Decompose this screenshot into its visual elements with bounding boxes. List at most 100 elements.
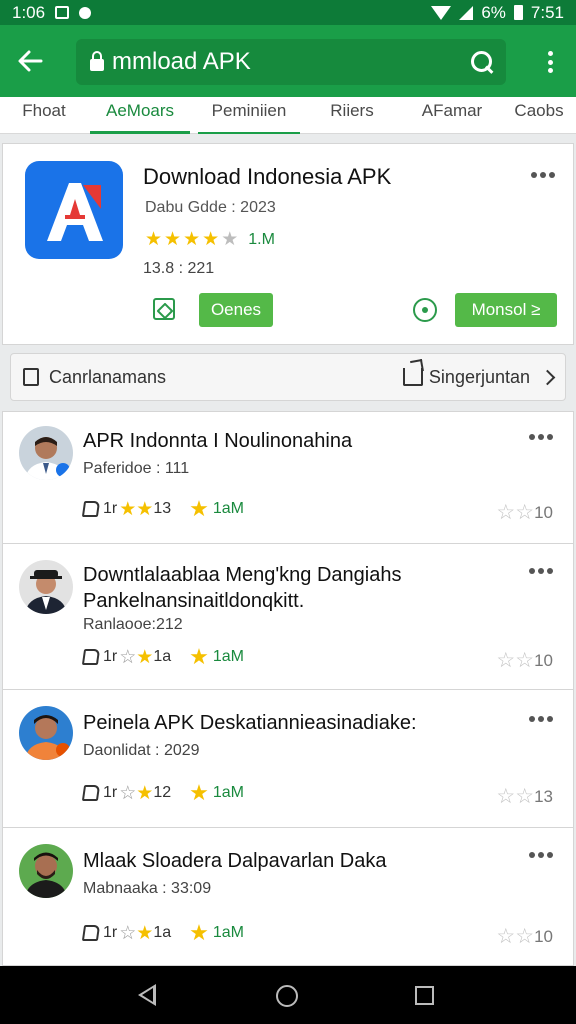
like-count: 1r — [103, 784, 118, 801]
like-count: 1r — [103, 500, 118, 517]
review-stats: 1r ☆ ★ 1a ★ 1aM — [81, 644, 244, 670]
system-nav-bar — [0, 966, 576, 1024]
review-rating-count: 10 — [534, 502, 553, 522]
review-title: Downtlalaablaa Meng'kng Dangiahs Pankeln… — [83, 564, 402, 612]
tab-6[interactable]: Caobs — [502, 97, 576, 133]
tab-1[interactable]: Fhoat — [0, 97, 88, 133]
status-time: 1:06 — [12, 2, 46, 22]
app-logo-icon — [47, 183, 103, 241]
share-button[interactable]: Singerjuntan — [402, 366, 556, 388]
thumbs-up-icon[interactable] — [81, 501, 101, 517]
star-count: 13 — [153, 500, 172, 517]
star-icon: ★ — [202, 229, 220, 250]
review-rating-count: 10 — [534, 650, 553, 670]
notification-icon — [79, 6, 92, 19]
review-subtitle: Daonlidat : 2029 — [83, 742, 200, 759]
star-icon: ★ — [189, 780, 209, 805]
nav-home-icon[interactable] — [276, 985, 298, 1007]
review-list: APR Indonnta I Noulinonahina Paferidoe :… — [2, 411, 574, 966]
download-count: 1aM — [212, 500, 244, 517]
review-rating: ☆☆ 10 — [496, 648, 553, 673]
app-title: Download Indonesia APK — [143, 164, 392, 189]
star-icon: ★ — [136, 646, 154, 668]
list-item[interactable]: Peinela APK Deskatiannieasinadiake: Daon… — [3, 690, 573, 828]
status-bar: 1:06 6% 7:51 — [0, 0, 576, 25]
tab-2[interactable]: AeMoars — [90, 97, 190, 134]
avatar[interactable] — [19, 706, 73, 760]
signal-icon — [459, 5, 474, 20]
person-avatar-icon — [19, 844, 73, 898]
avatar[interactable] — [19, 844, 73, 898]
arrow-left-icon — [18, 50, 43, 72]
app-developer: Dabu Gdde : 2023 — [145, 199, 276, 216]
tab-3[interactable]: Peminiien — [198, 97, 300, 134]
category-bar[interactable]: Canrlanamans Singerjuntan — [10, 353, 566, 401]
review-stats: 1r ★★ 13 ★ 1aM — [81, 496, 244, 522]
star-icon: ★ — [189, 496, 209, 521]
thumbs-up-icon[interactable] — [81, 649, 101, 665]
like-count: 1r — [103, 924, 118, 941]
star-outline-icon: ☆ — [119, 922, 137, 944]
url-search-box[interactable]: mmload APK — [76, 39, 506, 85]
tab-5[interactable]: AFamar — [402, 97, 502, 133]
checkbox-icon[interactable] — [23, 368, 39, 386]
avatar[interactable] — [19, 560, 73, 614]
download-count: 1aM — [212, 924, 244, 941]
star-icon: ★★ — [119, 498, 154, 520]
download-count: 1aM — [212, 648, 244, 665]
radio-icon[interactable] — [413, 298, 437, 322]
review-stats: 1r ☆ ★ 12 ★ 1aM — [81, 780, 244, 806]
battery-percent: 6% — [481, 2, 506, 22]
lock-icon — [90, 51, 104, 71]
star-icon: ★ — [183, 229, 201, 250]
tab-4[interactable]: Riiers — [302, 97, 402, 133]
overflow-menu-button[interactable] — [548, 51, 554, 73]
star-icon: ★ — [189, 920, 209, 945]
star-icon: ★ — [136, 782, 154, 804]
rating-count: 1.M — [248, 230, 275, 248]
review-subtitle: Mabnaaka : 33:09 — [83, 880, 212, 897]
review-more-button[interactable] — [529, 434, 553, 440]
download-count: 1aM — [212, 784, 244, 801]
share-label: Singerjuntan — [428, 366, 530, 387]
thumbs-up-icon[interactable] — [81, 925, 101, 941]
back-button[interactable] — [0, 25, 60, 97]
review-stats: 1r ☆ ★ 1a ★ 1aM — [81, 920, 244, 946]
star-outline-icon: ☆☆ — [496, 501, 535, 524]
star-outline-icon: ☆ — [119, 646, 137, 668]
review-rating: ☆☆ 10 — [496, 500, 553, 525]
battery-icon — [513, 5, 523, 20]
star-count: 12 — [153, 784, 172, 801]
star-count: 1a — [153, 924, 172, 941]
star-icon: ★ — [164, 229, 182, 250]
app-rating: ★ ★ ★ ★ ★ 1.M — [145, 230, 275, 249]
wifi-icon — [431, 5, 452, 20]
search-icon[interactable] — [468, 48, 496, 76]
star-outline-icon: ☆☆ — [496, 785, 535, 808]
star-icon: ★ — [136, 922, 154, 944]
thumbs-up-icon[interactable] — [81, 785, 101, 801]
app-more-button[interactable] — [531, 172, 555, 178]
nav-back-icon[interactable] — [138, 984, 156, 1006]
nav-recents-icon[interactable] — [415, 986, 434, 1005]
category-tabs: Fhoat AeMoars Peminiien Riiers AFamar Ca… — [0, 97, 576, 134]
category-label: Canrlanamans — [49, 366, 167, 387]
list-item[interactable]: Mlaak Sloadera Dalpavarlan Daka Mabnaaka… — [3, 828, 573, 966]
app-card: Download Indonesia APK Dabu Gdde : 2023 … — [2, 143, 574, 345]
review-more-button[interactable] — [529, 852, 553, 858]
app-actions: Oenes Monsol ≥ — [149, 292, 559, 328]
install-button[interactable]: Monsol ≥ — [455, 293, 557, 327]
wishlist-icon[interactable] — [153, 298, 175, 320]
review-more-button[interactable] — [529, 568, 553, 574]
search-query: mmload APK — [112, 48, 251, 75]
top-app-bar: mmload APK — [0, 25, 576, 97]
avatar[interactable] — [19, 426, 73, 480]
review-more-button[interactable] — [529, 716, 553, 722]
list-item[interactable]: Downtlalaablaa Meng'kng Dangiahs Pankeln… — [3, 544, 573, 690]
share-icon — [402, 368, 423, 386]
person-avatar-icon — [19, 560, 73, 614]
list-item[interactable]: APR Indonnta I Noulinonahina Paferidoe :… — [3, 412, 573, 544]
open-button[interactable]: Oenes — [199, 293, 273, 327]
review-subtitle: Paferidoe : 111 — [83, 460, 190, 477]
app-icon[interactable] — [25, 161, 123, 259]
